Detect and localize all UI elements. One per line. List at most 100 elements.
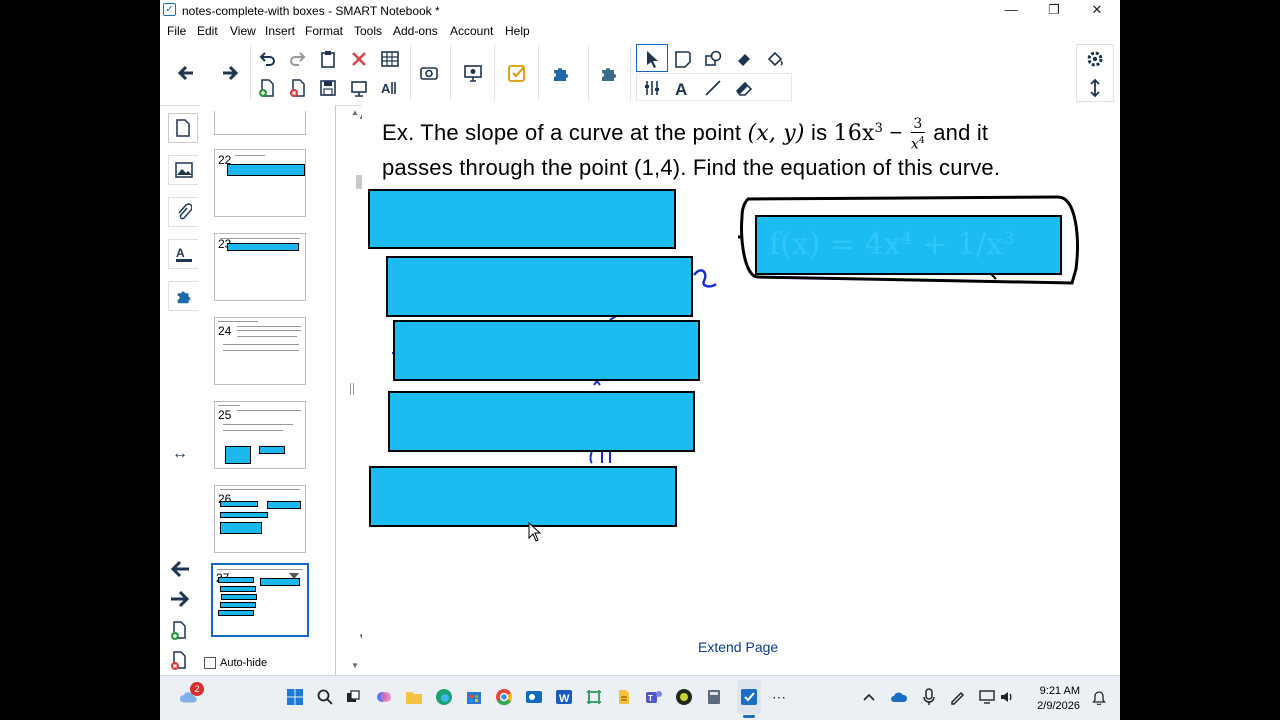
fill-icon[interactable] [762,46,788,72]
smart-notebook-taskbar-icon[interactable] [738,686,760,708]
show-hidden-icons-icon[interactable] [858,686,880,708]
minimize-button[interactable]: — [989,0,1033,21]
edge-icon[interactable] [433,686,455,708]
faint-handwritten-answer: f(x) = 4x⁴ + 1/x³ [769,227,1016,262]
close-button[interactable]: ✕ [1075,0,1119,21]
document-camera-icon[interactable] [460,60,486,86]
page-sorter-icon[interactable] [168,113,198,143]
whiteboard-page[interactable]: Ex. The slope of a curve at the point (x… [362,105,1120,675]
page-thumbnail[interactable]: 24 [214,317,306,385]
notification-badge: 2 [190,682,204,696]
screen-capture-icon[interactable] [416,60,442,86]
gallery-icon[interactable] [168,155,198,185]
delete-icon[interactable] [346,46,372,72]
app-icon: ✓ [163,3,176,16]
menu-help[interactable]: Help [505,24,530,38]
snipping-tool-icon[interactable] [583,686,605,708]
menu-view[interactable]: View [230,24,256,38]
maximize-button[interactable]: ❐ [1032,0,1076,21]
calculator-icon[interactable] [703,686,725,708]
menu-edit[interactable]: Edit [197,24,218,38]
onedrive-icon[interactable] [888,686,910,708]
answer-cover-box[interactable] [388,391,695,452]
sidebar-tabs: A ↔ [160,105,200,675]
system-clock[interactable]: 9:21 AM 2/9/2026 [1028,684,1080,714]
smart-notebook-window: ✓ notes-complete-with boxes - SMART Note… [160,0,1120,720]
properties-icon[interactable]: A [168,239,198,269]
forward-arrow-icon[interactable] [217,60,243,86]
menu-bar: File Edit View Insert Format Tools Add-o… [160,21,1120,41]
auto-hide-option[interactable]: Auto-hide [204,657,267,669]
canvas-scrollbar[interactable]: ▲ ▼ [348,105,362,675]
response-icon[interactable] [504,60,530,86]
task-view-icon[interactable] [342,686,364,708]
answer-cover-box[interactable] [368,189,676,249]
teams-icon[interactable]: T [643,686,665,708]
microphone-icon[interactable] [918,686,940,708]
page-thumbnail[interactable]: 26 [214,485,306,553]
page-thumbnail-21[interactable] [214,111,306,135]
network-icon[interactable] [976,686,998,708]
answer-cover-box[interactable] [369,466,677,527]
menu-add-ons[interactable]: Add-ons [393,24,438,38]
page-thumbnail-current[interactable]: 27 [211,563,309,637]
table-icon[interactable] [377,46,403,72]
redo-icon[interactable] [285,46,311,72]
page-thumbnail[interactable]: 23 [214,233,306,301]
clock-date: 2/9/2026 [1037,700,1080,712]
previous-page-icon[interactable] [169,559,191,584]
mouse-cursor-icon [528,522,542,542]
eraser-fill-icon[interactable] [731,46,757,72]
pdf-editor-icon[interactable] [613,686,635,708]
answer-cover-box[interactable] [386,256,693,317]
resize-sidebar-icon[interactable]: ↔ [172,445,188,463]
puzzle-icon[interactable] [596,60,622,86]
answer-cover-box[interactable] [393,320,700,381]
add-page-icon[interactable] [254,75,280,101]
clock-time: 9:21 AM [1039,685,1080,697]
shapes-icon[interactable] [700,46,726,72]
extend-page-button[interactable]: Extend Page [698,639,778,655]
search-icon[interactable] [314,686,336,708]
pen-tray-icon[interactable] [946,686,968,708]
auto-hide-checkbox[interactable] [204,657,216,669]
notifications-icon[interactable] [1088,686,1110,708]
file-explorer-icon[interactable] [403,686,425,708]
add-ons-tab-icon[interactable] [168,281,198,311]
undo-icon[interactable] [254,46,280,72]
page-menu-arrow-icon[interactable] [289,573,299,579]
paste-icon[interactable] [315,46,341,72]
add-ons-icon[interactable] [548,60,574,86]
select-icon[interactable] [639,46,665,72]
attachments-icon[interactable] [168,197,198,227]
delete-page-icon[interactable] [285,75,311,101]
page-thumbnail[interactable]: 25 [214,401,306,469]
menu-account[interactable]: Account [450,24,493,38]
screen-shade-icon[interactable] [346,75,372,101]
music-app-icon[interactable] [673,686,695,708]
more-apps-icon[interactable]: ⋯ [768,686,790,708]
start-icon[interactable] [284,686,306,708]
pen-icon[interactable] [670,46,696,72]
menu-format[interactable]: Format [305,24,343,38]
settings-group-frame [1076,44,1114,102]
delete-page-sidebar-icon[interactable] [170,651,188,676]
svg-text:A: A [381,81,391,96]
save-icon[interactable] [315,75,341,101]
word-icon[interactable]: W [553,686,575,708]
chrome-icon[interactable] [493,686,515,708]
add-page-sidebar-icon[interactable] [170,621,188,646]
spell-check-icon[interactable]: A [377,75,403,101]
menu-tools[interactable]: Tools [354,24,382,38]
back-arrow-icon[interactable] [173,60,199,86]
menu-insert[interactable]: Insert [265,24,295,38]
menu-file[interactable]: File [167,24,186,38]
outlook-icon[interactable] [523,686,545,708]
store-icon[interactable] [463,686,485,708]
next-page-icon[interactable] [169,589,191,614]
volume-icon[interactable] [996,686,1018,708]
copilot-icon[interactable] [373,686,395,708]
page-thumbnail[interactable]: 22 [214,149,306,217]
svg-text:W: W [559,693,570,705]
final-answer-box[interactable]: f(x) = 4x⁴ + 1/x³ [755,215,1062,275]
